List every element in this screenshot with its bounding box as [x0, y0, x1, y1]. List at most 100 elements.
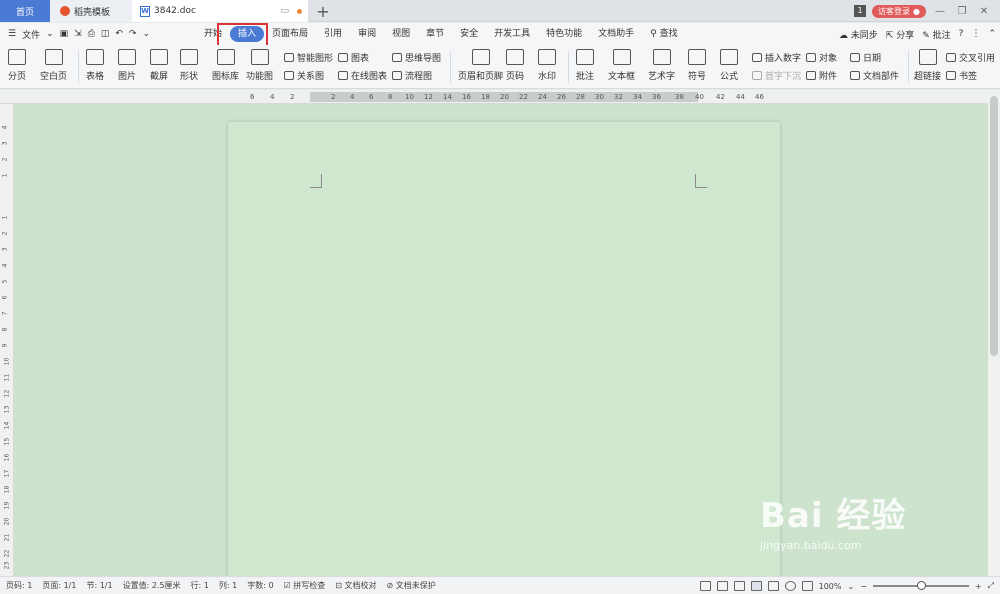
reading-mode-icon[interactable]: [801, 581, 813, 591]
status-words[interactable]: 字数: 0: [247, 580, 273, 591]
drop-cap-button[interactable]: 首字下沉: [752, 69, 801, 82]
menu-review[interactable]: 审阅: [350, 26, 384, 42]
zoom-out-icon[interactable]: −: [860, 582, 867, 591]
page-view-icon[interactable]: [750, 581, 762, 591]
annotation-button[interactable]: 批注: [576, 49, 594, 82]
zoom-value[interactable]: 100%: [819, 582, 842, 591]
status-pages[interactable]: 页面: 1/1: [42, 580, 76, 591]
menu-doc-assistant[interactable]: 文档助手: [590, 26, 642, 42]
spell-check-icon: ☑: [283, 581, 294, 590]
print-icon[interactable]: ⎙: [88, 29, 95, 39]
restore-icon[interactable]: ❐: [954, 6, 970, 17]
minimize-icon[interactable]: —: [932, 6, 948, 17]
save-icon[interactable]: ▣: [60, 29, 69, 39]
smart-art-button[interactable]: 智能图形: [284, 51, 333, 64]
tab-home[interactable]: 首页: [0, 0, 50, 22]
menu-page-layout[interactable]: 页面布局: [264, 26, 316, 42]
tab-template[interactable]: 稻壳模板: [50, 0, 132, 22]
collapse-icon[interactable]: ⌃: [988, 29, 996, 39]
online-chart-button[interactable]: 在线图表: [338, 69, 387, 82]
text-box-button[interactable]: 文本框: [608, 49, 635, 82]
menu-dev-tools[interactable]: 开发工具: [486, 26, 538, 42]
focus-mode-icon[interactable]: [716, 581, 728, 591]
screenshot-button[interactable]: 截屏: [150, 49, 168, 82]
menu-view[interactable]: 视图: [384, 26, 418, 42]
fit-page-icon[interactable]: ⤢: [988, 581, 994, 591]
ruler-tick: 6: [369, 93, 374, 101]
shape-button[interactable]: 形状: [180, 49, 198, 82]
menu-features[interactable]: 特色功能: [538, 26, 590, 42]
protect-status[interactable]: ⊘ 文档未保护: [387, 580, 436, 591]
screen-icon[interactable]: ▭: [280, 6, 289, 16]
attachment-button[interactable]: 附件: [806, 69, 837, 82]
symbol-button[interactable]: 符号: [688, 49, 706, 82]
web-view-icon[interactable]: [784, 581, 796, 591]
visitor-login-button[interactable]: 访客登录 ●: [872, 4, 926, 18]
chart-button[interactable]: 图表: [338, 51, 369, 64]
hamburger-icon[interactable]: ☰: [8, 29, 16, 39]
menu-reference[interactable]: 引用: [316, 26, 350, 42]
hyperlink-button[interactable]: 超链接: [914, 49, 941, 82]
relation-button[interactable]: 关系图: [284, 69, 324, 82]
window-count-badge[interactable]: 1: [854, 5, 867, 17]
vertical-ruler[interactable]: 4 3 2 1 1 2 3 4 5 6 7 8 9 10 11 12 13 14…: [0, 104, 14, 576]
page-number-button[interactable]: 页码: [506, 49, 524, 82]
zoom-in-icon[interactable]: +: [975, 582, 982, 591]
search-button[interactable]: ⚲ 查找: [642, 26, 685, 42]
scrollbar-thumb[interactable]: [990, 96, 998, 356]
formula-button[interactable]: 公式: [720, 49, 738, 82]
ruler-tick: 4: [1, 125, 9, 130]
fullscreen-icon[interactable]: [699, 581, 711, 591]
status-page-num[interactable]: 页码: 1: [6, 580, 32, 591]
export-icon[interactable]: ⇲: [74, 29, 82, 39]
blank-page-button[interactable]: 空白页: [40, 49, 67, 82]
watermark-button[interactable]: 水印: [538, 49, 556, 82]
help-icon[interactable]: ?: [959, 29, 964, 39]
zoom-slider[interactable]: [872, 581, 969, 590]
icon-library-button[interactable]: 图标库: [212, 49, 239, 82]
spell-check-button[interactable]: ☑ 拼写检查: [284, 580, 326, 591]
menu-security[interactable]: 安全: [452, 26, 486, 42]
mind-map-button[interactable]: 思维导图: [392, 51, 441, 64]
status-col[interactable]: 列: 1: [219, 580, 237, 591]
undo-icon[interactable]: ↶: [115, 29, 123, 39]
chevron-down-icon[interactable]: ⌄: [46, 29, 54, 39]
date-label: 日期: [863, 54, 882, 64]
sync-button[interactable]: ☁ 未同步: [839, 28, 878, 41]
pen-icon[interactable]: [733, 581, 745, 591]
status-section[interactable]: 节: 1/1: [86, 580, 112, 591]
share-button[interactable]: ⇱ 分享: [886, 28, 914, 41]
insert-number-button[interactable]: 插入数字: [752, 51, 801, 64]
word-art-button[interactable]: 艺术字: [648, 49, 675, 82]
doc-check-button[interactable]: ⊡ 文档校对: [335, 580, 376, 591]
document-page[interactable]: [228, 122, 780, 582]
zoom-dropdown-icon[interactable]: ⌄: [847, 582, 854, 591]
cross-ref-button[interactable]: 交叉引用: [946, 51, 995, 64]
more-icon[interactable]: ⋮: [971, 29, 980, 39]
table-button[interactable]: 表格: [86, 49, 104, 82]
bookmark-button[interactable]: 书签: [946, 69, 977, 82]
outline-view-icon[interactable]: [767, 581, 779, 591]
preview-icon[interactable]: ◫: [101, 29, 110, 39]
function-chart-button[interactable]: 功能图: [246, 49, 273, 82]
header-footer-button[interactable]: 页眉和页脚: [458, 49, 503, 82]
redo-icon[interactable]: ↷: [129, 29, 137, 39]
tab-document[interactable]: W 3842.doc ▭: [132, 0, 308, 22]
zoom-slider-knob[interactable]: [916, 581, 926, 590]
vertical-scrollbar[interactable]: [988, 90, 1000, 576]
doc-parts-button[interactable]: 文档部件: [850, 69, 899, 82]
more-chevron-icon[interactable]: ⌄: [143, 29, 151, 39]
file-menu[interactable]: 文件: [22, 28, 40, 41]
date-button[interactable]: 日期: [850, 51, 881, 64]
horizontal-ruler[interactable]: 6 4 2 2 4 6 8 10 12 14 16 18 20 22 24 26…: [0, 90, 988, 104]
flowchart-button[interactable]: 流程图: [392, 69, 432, 82]
object-button[interactable]: 对象: [806, 51, 837, 64]
close-icon[interactable]: ✕: [976, 6, 992, 17]
new-tab-button[interactable]: +: [314, 0, 332, 22]
status-setting[interactable]: 设置值: 2.5厘米: [123, 580, 181, 591]
status-row[interactable]: 行: 1: [191, 580, 209, 591]
comment-button[interactable]: ✎ 批注: [922, 28, 950, 41]
page-break-button[interactable]: 分页: [8, 49, 26, 82]
menu-chapter[interactable]: 章节: [418, 26, 452, 42]
picture-button[interactable]: 图片: [118, 49, 136, 82]
